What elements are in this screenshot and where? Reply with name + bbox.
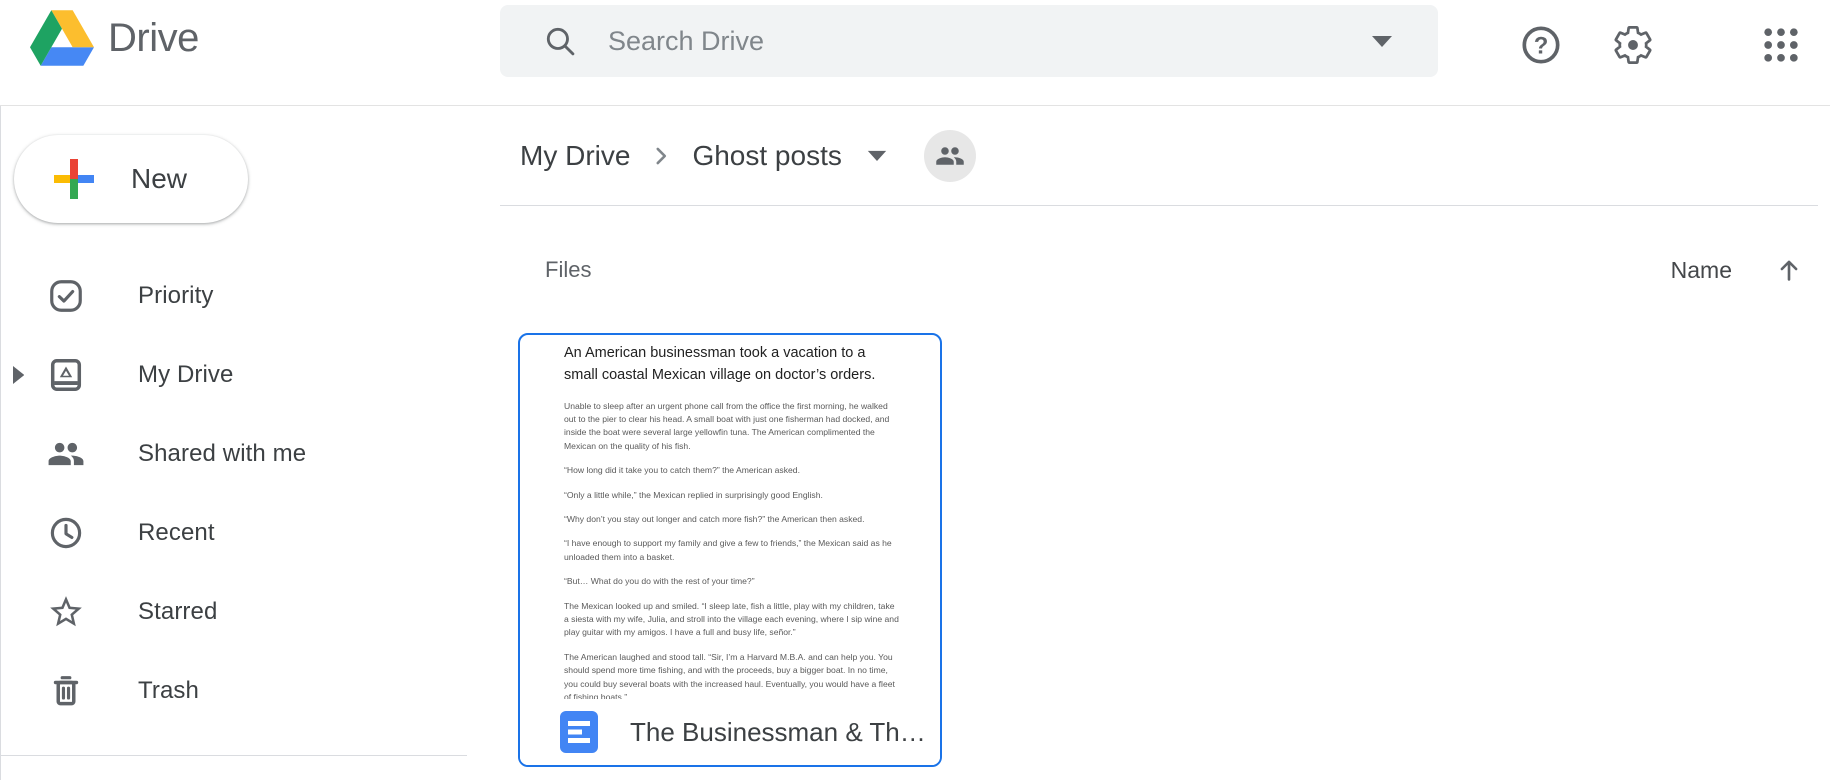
search-bar	[500, 5, 1438, 77]
sidebar-divider	[1, 755, 467, 756]
my-drive-icon	[46, 355, 86, 395]
sidebar-item-shared-with-me[interactable]: Shared with me	[1, 414, 500, 493]
breadcrumb-current-folder[interactable]: Ghost posts	[692, 140, 841, 172]
doc-heading-line: An American businessman took a vacation …	[564, 343, 900, 365]
files-header-row: Files Name	[500, 244, 1818, 296]
sidebar-item-label: Trash	[138, 677, 199, 705]
people-icon	[935, 141, 965, 171]
files-section-title: Files	[545, 257, 591, 283]
doc-paragraph: The Mexican looked up and smiled. “I sle…	[564, 600, 900, 640]
sidebar-nav: Priority My Drive Shared with me	[1, 256, 500, 730]
settings-button[interactable]	[1610, 22, 1656, 68]
doc-paragraph: The American laughed and stood tall. “Si…	[564, 651, 900, 699]
trash-icon	[46, 671, 86, 711]
app-header: Drive ?	[0, 0, 1830, 106]
new-button-label: New	[131, 163, 187, 195]
multicolor-plus-icon	[50, 155, 98, 203]
drive-logo[interactable]: Drive	[30, 8, 199, 68]
people-icon	[46, 434, 86, 474]
doc-paragraph: “Only a little while,” the Mexican repli…	[564, 489, 900, 502]
doc-heading: An American businessman took a vacation …	[564, 343, 900, 387]
sidebar-item-label: My Drive	[138, 361, 233, 389]
sidebar-item-trash[interactable]: Trash	[1, 651, 500, 730]
arrow-up-icon	[1774, 255, 1804, 285]
sort-label: Name	[1671, 257, 1732, 284]
doc-paragraph: “How long did it take you to catch them?…	[564, 464, 900, 477]
sidebar-item-priority[interactable]: Priority	[1, 256, 500, 335]
expand-arrow-icon[interactable]	[13, 366, 26, 384]
help-button[interactable]: ?	[1518, 22, 1564, 68]
help-icon: ?	[1519, 23, 1563, 67]
search-input[interactable]	[606, 25, 1370, 58]
doc-paragraph: “I have enough to support my family and …	[564, 537, 900, 564]
doc-paragraph: “But… What do you do with the rest of yo…	[564, 575, 900, 588]
sidebar-item-label: Recent	[138, 519, 215, 547]
file-card[interactable]: An American businessman took a vacation …	[518, 333, 942, 767]
shared-folder-badge	[924, 130, 976, 182]
google-docs-icon	[560, 711, 598, 753]
file-card-footer: The Businessman & Th…	[520, 699, 940, 765]
breadcrumb-my-drive[interactable]: My Drive	[520, 140, 630, 172]
sidebar: New Priority My Drive	[0, 106, 500, 780]
settings-gear-icon	[1611, 23, 1655, 67]
priority-check-icon	[46, 276, 86, 316]
search-icon[interactable]	[542, 23, 578, 59]
google-apps-grid-icon	[1759, 23, 1803, 67]
doc-body: Unable to sleep after an urgent phone ca…	[564, 400, 900, 700]
search-options-arrow-icon[interactable]	[1370, 34, 1394, 48]
doc-paragraph: “Why don’t you stay out longer and catch…	[564, 513, 900, 526]
breadcrumb-divider	[500, 205, 1818, 206]
sidebar-item-recent[interactable]: Recent	[1, 493, 500, 572]
clock-icon	[46, 513, 86, 553]
folder-menu-arrow-icon[interactable]	[866, 149, 888, 162]
drive-logo-icon	[30, 10, 94, 66]
svg-text:?: ?	[1534, 32, 1549, 59]
main-content: My Drive Ghost posts Files Name An Ameri…	[500, 106, 1830, 780]
sidebar-item-label: Shared with me	[138, 440, 306, 468]
sidebar-item-label: Priority	[138, 282, 213, 310]
doc-heading-line: small coastal Mexican village on doctor’…	[564, 365, 900, 387]
app-name: Drive	[108, 16, 199, 61]
google-apps-button[interactable]	[1758, 22, 1804, 68]
new-button[interactable]: New	[14, 135, 248, 223]
sidebar-item-starred[interactable]: Starred	[1, 572, 500, 651]
file-title: The Businessman & Th…	[630, 717, 926, 748]
sidebar-item-my-drive[interactable]: My Drive	[1, 335, 500, 414]
chevron-right-icon	[648, 143, 674, 169]
document-preview: An American businessman took a vacation …	[520, 335, 940, 699]
breadcrumb: My Drive Ghost posts	[520, 106, 976, 205]
star-icon	[46, 592, 86, 632]
sidebar-item-label: Starred	[138, 598, 217, 626]
doc-paragraph: Unable to sleep after an urgent phone ca…	[564, 400, 900, 454]
sort-control[interactable]: Name	[1671, 255, 1818, 285]
